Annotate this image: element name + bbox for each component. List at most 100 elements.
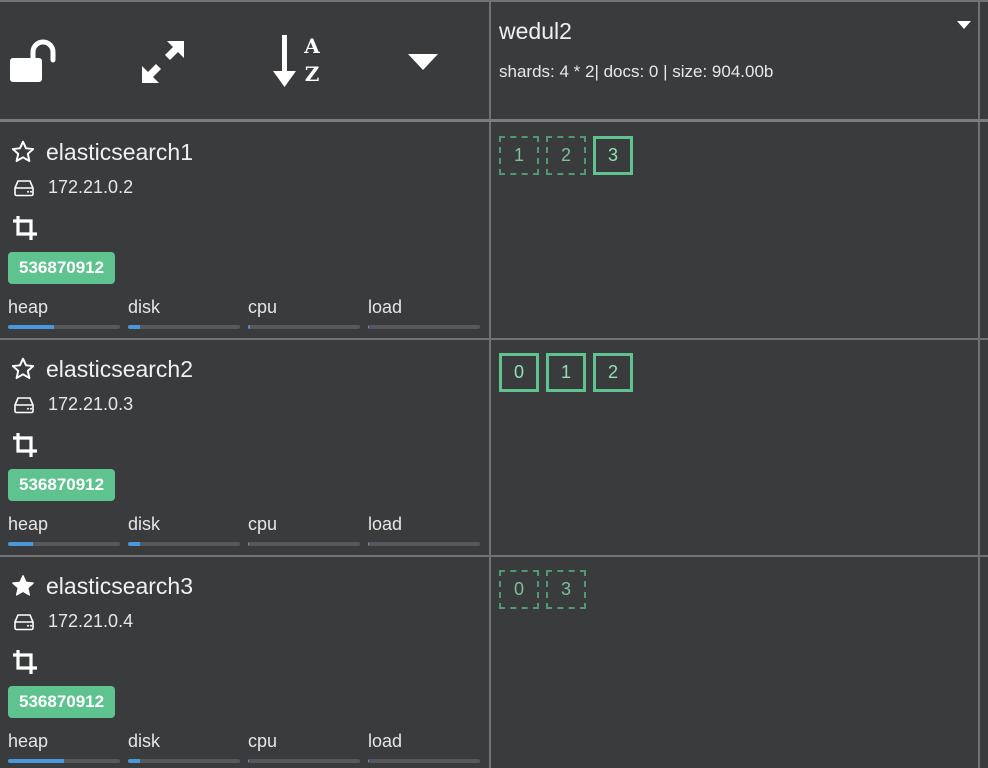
load-bar — [368, 759, 480, 763]
star-outline-icon[interactable] — [10, 356, 36, 382]
hdd-icon — [14, 179, 34, 196]
load-bar-fill — [368, 542, 370, 546]
metric-disk: disk — [128, 731, 240, 763]
node-ip: 172.21.0.4 — [48, 611, 134, 631]
disk-bar — [128, 759, 240, 763]
node-ip: 172.21.0.2 — [48, 177, 134, 197]
shard-replica[interactable]: 2 — [546, 136, 586, 175]
cpu-bar — [248, 759, 360, 763]
disk-bar-fill — [128, 325, 141, 329]
metric-disk: disk — [128, 514, 240, 546]
unlock-icon — [10, 39, 56, 82]
crop-icon — [13, 216, 37, 240]
metric-label: load — [368, 731, 403, 751]
shard-list: 03 — [499, 570, 586, 609]
node-title: elasticsearch1 — [10, 137, 193, 167]
shard-primary[interactable]: 2 — [593, 353, 633, 392]
load-bar — [368, 325, 480, 329]
caret-down-icon — [957, 21, 971, 29]
metric-cpu: cpu — [248, 297, 360, 329]
metric-load: load — [368, 731, 480, 763]
node-ip-row: 172.21.0.4 — [12, 611, 133, 632]
crop-icon — [13, 433, 37, 457]
shard-replica[interactable]: 0 — [499, 570, 539, 609]
metric-label: disk — [128, 297, 161, 317]
disk-bar-fill — [128, 542, 141, 546]
node-title: elasticsearch3 — [10, 571, 193, 601]
sort-alpha-button[interactable]: A Z — [270, 34, 326, 90]
star-filled-icon[interactable] — [10, 573, 36, 599]
heap-bar — [8, 542, 120, 546]
metric-heap: heap — [8, 514, 120, 546]
node-row: elasticsearch2 172.21.0.3 536870912 heap… — [0, 338, 489, 555]
metric-label: cpu — [248, 297, 278, 317]
heap-bar-fill — [8, 542, 33, 546]
expand-icon — [142, 41, 184, 83]
metric-label: heap — [8, 297, 49, 317]
metric-label: heap — [8, 514, 49, 534]
cpu-bar-fill — [248, 759, 250, 763]
cluster-overview: A Z wedul2 shards: 4 * 2| docs: 0 | size… — [0, 0, 988, 768]
sort-alpha-icon: A Z — [273, 34, 320, 87]
cpu-bar-fill — [248, 542, 250, 546]
metric-label: heap — [8, 731, 49, 751]
load-bar — [368, 542, 480, 546]
cpu-bar — [248, 325, 360, 329]
node-badge: 536870912 — [8, 469, 116, 501]
index-stats: shards: 4 * 2| docs: 0 | size: 904.00b — [499, 62, 774, 81]
crop-icon-wrap — [12, 432, 38, 463]
node-badge: 536870912 — [8, 686, 116, 718]
index-menu-button[interactable] — [956, 18, 972, 36]
hdd-icon — [14, 396, 34, 413]
node-ip-row: 172.21.0.2 — [12, 177, 133, 198]
metric-label: cpu — [248, 731, 278, 751]
node-name[interactable]: elasticsearch2 — [46, 356, 193, 383]
metric-label: cpu — [248, 514, 278, 534]
disk-bar — [128, 542, 240, 546]
heap-bar-fill — [8, 325, 54, 329]
header-toolbar: A Z — [0, 0, 489, 120]
hdd-icon — [14, 613, 34, 630]
cpu-bar — [248, 542, 360, 546]
metric-label: load — [368, 514, 403, 534]
star-outline-icon[interactable] — [10, 139, 36, 165]
node-name[interactable]: elasticsearch1 — [46, 139, 193, 166]
unlock-button[interactable] — [4, 34, 60, 90]
heap-bar-fill — [8, 759, 64, 763]
node-row: elasticsearch1 172.21.0.2 536870912 heap… — [0, 121, 489, 338]
cpu-bar-fill — [248, 325, 251, 329]
shard-primary[interactable]: 1 — [546, 353, 586, 392]
node-title: elasticsearch2 — [10, 354, 193, 384]
svg-text:Z: Z — [305, 62, 320, 86]
dropdown-button[interactable] — [395, 34, 451, 90]
metric-label: load — [368, 297, 403, 317]
metric-disk: disk — [128, 297, 240, 329]
node-ip: 172.21.0.3 — [48, 394, 134, 414]
shard-list: 123 — [499, 136, 633, 175]
metric-heap: heap — [8, 731, 120, 763]
shard-primary[interactable]: 0 — [499, 353, 539, 392]
shard-replica[interactable]: 1 — [499, 136, 539, 175]
metric-cpu: cpu — [248, 731, 360, 763]
node-ip-row: 172.21.0.3 — [12, 394, 133, 415]
heap-bar — [8, 325, 120, 329]
metric-label: disk — [128, 514, 161, 534]
metric-label: disk — [128, 731, 161, 751]
metric-load: load — [368, 514, 480, 546]
svg-text:A: A — [303, 34, 320, 58]
caret-down-icon — [408, 54, 438, 70]
metric-heap: heap — [8, 297, 120, 329]
disk-bar — [128, 325, 240, 329]
node-badge: 536870912 — [8, 252, 116, 284]
node-row: elasticsearch3 172.21.0.4 536870912 heap… — [0, 555, 489, 768]
expand-button[interactable] — [135, 34, 191, 90]
node-name[interactable]: elasticsearch3 — [46, 573, 193, 600]
index-header[interactable]: wedul2 shards: 4 * 2| docs: 0 | size: 90… — [491, 2, 978, 120]
shard-replica[interactable]: 3 — [546, 570, 586, 609]
load-bar-fill — [368, 325, 370, 329]
disk-bar-fill — [128, 759, 141, 763]
heap-bar — [8, 759, 120, 763]
shard-primary[interactable]: 3 — [593, 136, 633, 175]
index-name[interactable]: wedul2 — [499, 18, 572, 45]
shard-list: 012 — [499, 353, 633, 392]
